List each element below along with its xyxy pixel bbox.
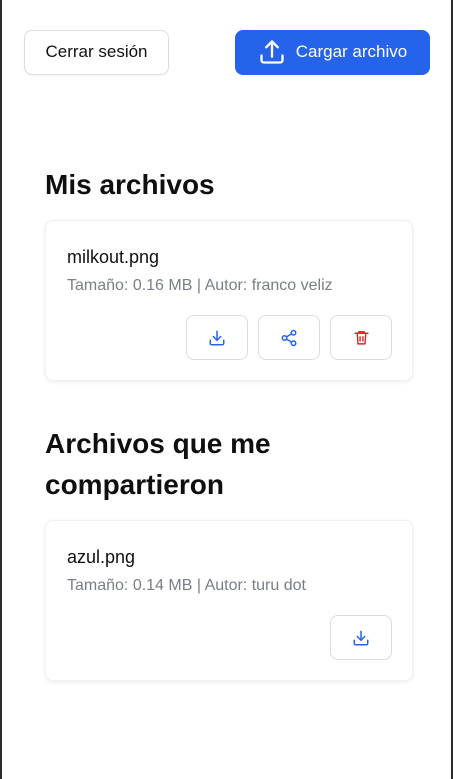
file-name: milkout.png bbox=[67, 247, 160, 267]
app-frame: Cerrar sesión Cargar archivo Mis archivo… bbox=[0, 0, 453, 779]
file-meta: Tamaño: 0.14 MB | Autor: turu dot bbox=[67, 577, 306, 594]
download-button[interactable] bbox=[186, 315, 248, 360]
logout-button[interactable]: Cerrar sesión bbox=[24, 29, 169, 75]
share-icon bbox=[280, 329, 298, 347]
file-name: azul.png bbox=[67, 547, 136, 567]
top-bar: Cerrar sesión Cargar archivo bbox=[24, 29, 430, 75]
upload-icon bbox=[258, 38, 286, 66]
share-button[interactable] bbox=[258, 315, 320, 360]
upload-file-button[interactable]: Cargar archivo bbox=[235, 29, 430, 75]
file-actions bbox=[330, 615, 392, 660]
download-icon bbox=[208, 329, 226, 347]
download-button[interactable] bbox=[330, 615, 392, 660]
delete-button[interactable] bbox=[330, 315, 392, 360]
file-meta: Tamaño: 0.16 MB | Autor: franco veliz bbox=[67, 277, 333, 294]
shared-file-card: azul.png Tamaño: 0.14 MB | Autor: turu d… bbox=[45, 520, 413, 681]
download-icon bbox=[352, 629, 370, 647]
shared-files-title: Archivos que me compartieron bbox=[45, 428, 271, 500]
file-card: milkout.png Tamaño: 0.16 MB | Autor: fra… bbox=[45, 220, 413, 381]
my-files-title: Mis archivos bbox=[45, 169, 215, 200]
file-actions bbox=[186, 315, 392, 360]
trash-icon bbox=[353, 329, 370, 346]
upload-button-label: Cargar archivo bbox=[295, 42, 408, 61]
